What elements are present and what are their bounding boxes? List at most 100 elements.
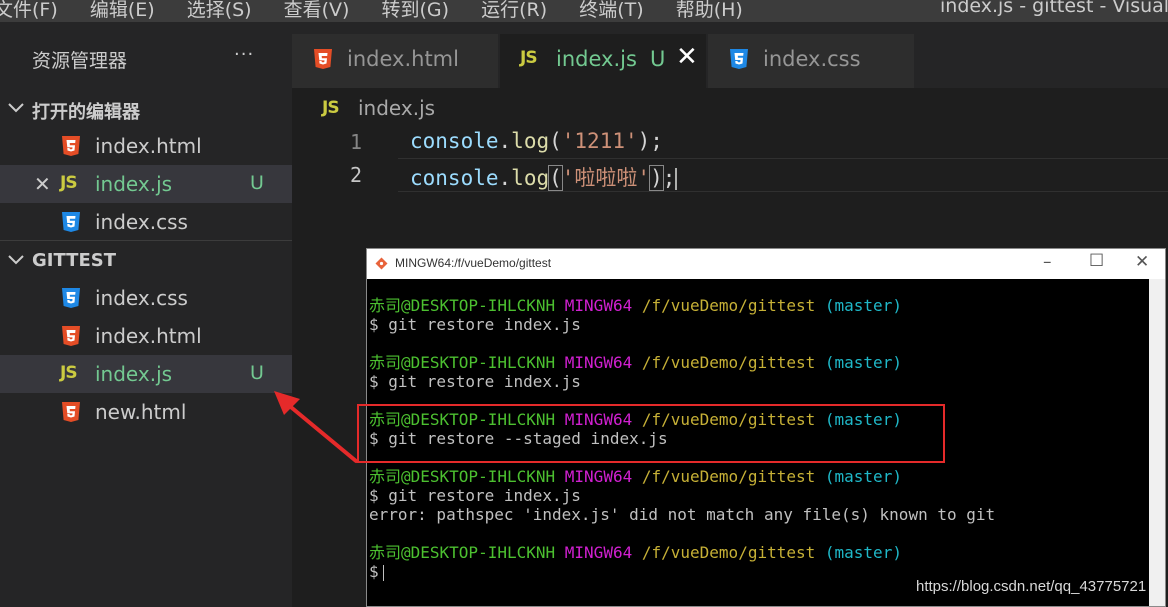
file-name: index.js bbox=[95, 362, 173, 386]
input-line[interactable]: $ bbox=[369, 562, 384, 581]
menu-selection[interactable]: 选择(S) bbox=[187, 0, 252, 22]
file-index-html[interactable]: index.html bbox=[0, 317, 292, 355]
terminal-cursor bbox=[382, 564, 384, 581]
section-divider bbox=[0, 240, 292, 241]
js-icon: JS bbox=[60, 363, 78, 383]
minimize-button[interactable]: – bbox=[1043, 252, 1052, 272]
editor-tabs: index.html JS index.js U ✕ index.css bbox=[292, 22, 1168, 88]
breadcrumb-file[interactable]: index.js bbox=[358, 96, 435, 120]
prompt-line: 赤司@DESKTOP-IHLCKNH MINGW64 /f/vueDemo/gi… bbox=[369, 296, 902, 315]
prompt-branch: (master) bbox=[824, 467, 902, 486]
file-name: index.html bbox=[95, 324, 202, 348]
watermark-text: https://blog.csdn.net/qq_43775721 bbox=[916, 578, 1147, 595]
menu-view[interactable]: 查看(V) bbox=[284, 0, 350, 22]
prompt-user: 赤司@DESKTOP-IHLCKNH bbox=[369, 296, 556, 315]
css3-icon bbox=[730, 49, 748, 69]
menu-items: 文件(F) 编辑(E) 选择(S) 查看(V) 转到(G) 运行(R) 终端(T… bbox=[0, 0, 769, 22]
workspace-section[interactable]: GITTEST bbox=[0, 244, 292, 278]
workspace-label: GITTEST bbox=[32, 250, 116, 271]
prompt-system: MINGW64 bbox=[564, 296, 633, 315]
tab-label: index.js bbox=[556, 47, 637, 71]
code-line[interactable]: console.log('啦啦啦'); bbox=[410, 162, 678, 192]
tab-label: index.html bbox=[347, 47, 459, 71]
command-line: $ git restore index.js bbox=[369, 486, 581, 505]
file-name: index.css bbox=[95, 286, 188, 310]
prompt-system: MINGW64 bbox=[564, 467, 633, 486]
code-token: '1211' bbox=[561, 129, 638, 153]
untracked-badge: U bbox=[250, 362, 264, 384]
code-token: ( bbox=[549, 129, 562, 153]
tab-index-html[interactable]: index.html bbox=[292, 34, 498, 88]
tab-index-css[interactable]: index.css bbox=[708, 34, 914, 88]
prompt-path: /f/vueDemo/gittest bbox=[641, 353, 816, 372]
code-line[interactable]: console.log('1211'); bbox=[410, 129, 663, 153]
code-token: ; bbox=[662, 166, 676, 190]
prompt-branch: (master) bbox=[824, 543, 902, 562]
text-cursor bbox=[675, 168, 678, 190]
file-name: index.html bbox=[95, 134, 202, 158]
open-editors-section[interactable]: 打开的编辑器 bbox=[0, 92, 292, 126]
menu-run[interactable]: 运行(R) bbox=[481, 0, 547, 22]
prompt-path: /f/vueDemo/gittest bbox=[641, 467, 816, 486]
annotation-highlight-box bbox=[357, 404, 945, 463]
git-icon bbox=[375, 257, 388, 270]
code-token: log bbox=[511, 129, 550, 153]
file-index-js[interactable]: JS index.js U bbox=[0, 355, 292, 393]
terminal-title-bar[interactable]: MINGW64:/f/vueDemo/gittest – ☐ ✕ bbox=[367, 249, 1165, 279]
prompt-branch: (master) bbox=[824, 353, 902, 372]
css3-icon bbox=[62, 212, 80, 232]
more-actions-button[interactable]: ··· bbox=[234, 44, 254, 65]
close-tab-icon[interactable]: ✕ bbox=[676, 42, 698, 72]
close-window-button[interactable]: ✕ bbox=[1135, 252, 1149, 272]
close-icon[interactable]: ✕ bbox=[34, 172, 51, 196]
file-name: index.js bbox=[95, 172, 173, 196]
terminal-scrollbar[interactable] bbox=[1149, 279, 1165, 606]
menu-bar: 文件(F) 编辑(E) 选择(S) 查看(V) 转到(G) 运行(R) 终端(T… bbox=[0, 0, 1168, 22]
error-line: error: pathspec 'index.js' did not match… bbox=[369, 505, 996, 524]
code-token: . bbox=[498, 129, 512, 153]
code-token: ) bbox=[637, 129, 651, 153]
menu-help[interactable]: 帮助(H) bbox=[676, 0, 743, 22]
command-line: $ git restore index.js bbox=[369, 315, 581, 334]
prompt-branch: (master) bbox=[824, 296, 902, 315]
untracked-badge: U bbox=[250, 172, 264, 194]
open-editor-index-css[interactable]: index.css bbox=[0, 203, 292, 241]
menu-edit[interactable]: 编辑(E) bbox=[90, 0, 155, 22]
file-new-html[interactable]: new.html bbox=[0, 393, 292, 431]
line-number: 1 bbox=[350, 130, 363, 154]
html5-icon bbox=[62, 136, 80, 156]
matched-bracket: ( bbox=[548, 165, 563, 191]
maximize-button[interactable]: ☐ bbox=[1089, 251, 1104, 271]
code-token: . bbox=[498, 166, 512, 190]
menu-go[interactable]: 转到(G) bbox=[382, 0, 450, 22]
chevron-down-icon bbox=[8, 255, 24, 265]
prompt-system: MINGW64 bbox=[564, 353, 633, 372]
prompt-system: MINGW64 bbox=[564, 543, 633, 562]
js-icon: JS bbox=[520, 48, 538, 68]
menu-file[interactable]: 文件(F) bbox=[0, 0, 58, 22]
file-index-css[interactable]: index.css bbox=[0, 279, 292, 317]
js-icon: JS bbox=[60, 173, 78, 193]
prompt-user: 赤司@DESKTOP-IHLCKNH bbox=[369, 353, 556, 372]
file-name: new.html bbox=[95, 400, 187, 424]
line-number: 2 bbox=[350, 163, 363, 187]
file-name: index.css bbox=[95, 210, 188, 234]
prompt-user: 赤司@DESKTOP-IHLCKNH bbox=[369, 543, 556, 562]
code-token: console bbox=[410, 166, 499, 190]
prompt-path: /f/vueDemo/gittest bbox=[641, 543, 816, 562]
input-prompt: $ bbox=[369, 562, 379, 581]
prompt-path: /f/vueDemo/gittest bbox=[641, 296, 816, 315]
js-icon: JS bbox=[322, 98, 340, 118]
command-line: $ git restore index.js bbox=[369, 372, 581, 391]
code-token: console bbox=[410, 129, 499, 153]
matched-bracket: ) bbox=[649, 165, 664, 191]
window-title: index.js - gittest - Visual S bbox=[940, 0, 1168, 17]
css3-icon bbox=[62, 288, 80, 308]
chevron-down-icon bbox=[8, 103, 24, 113]
tab-index-js[interactable]: JS index.js U ✕ bbox=[500, 34, 706, 88]
code-token: log bbox=[511, 166, 550, 190]
code-token: '啦啦啦' bbox=[561, 166, 651, 190]
open-editor-index-js[interactable]: ✕ JS index.js U bbox=[0, 165, 292, 203]
open-editor-index-html[interactable]: index.html bbox=[0, 127, 292, 165]
menu-terminal[interactable]: 终端(T) bbox=[579, 0, 643, 22]
